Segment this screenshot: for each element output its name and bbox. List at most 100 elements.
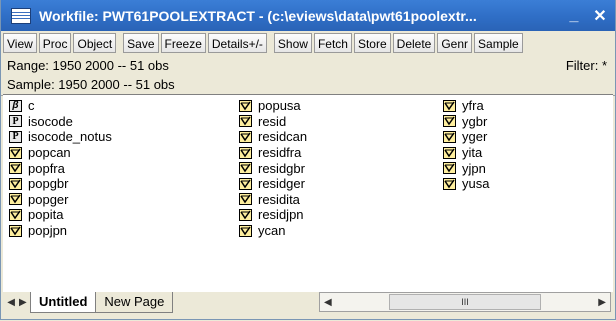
series-icon (9, 162, 22, 175)
object-item[interactable]: popger (9, 192, 112, 208)
object-item[interactable]: Pisocode_notus (9, 129, 112, 145)
object-column-2: popusa resid residcan residfra residgbr resid… (239, 98, 307, 238)
tab-right-arrow-icon[interactable]: ▶ (19, 297, 27, 308)
title-bar[interactable]: Workfile: PWT61POOLEXTRACT - (c:\eviews\… (1, 0, 615, 31)
tab-left-arrow-icon[interactable]: ◀ (7, 297, 15, 308)
page-tab-bar: ◀ ▶ Untitled New Page ◀ III ▶ (3, 292, 613, 316)
scroll-grip: III (461, 297, 469, 307)
series-icon (443, 162, 456, 175)
scroll-right-arrow-icon[interactable]: ▶ (598, 297, 606, 308)
sample-label[interactable]: Sample: 1950 2000 -- 51 obs (7, 77, 175, 92)
genr-button[interactable]: Genr (437, 33, 473, 53)
object-name: yfra (462, 98, 484, 114)
object-item[interactable]: popcan (9, 145, 112, 161)
object-item[interactable]: residita (239, 192, 307, 208)
object-name: yjpn (462, 160, 486, 176)
object-column-3: yfra ygbr yger yita yjpn yusa (443, 98, 489, 192)
object-item[interactable]: popgbr (9, 176, 112, 192)
object-name: popfra (28, 160, 65, 176)
object-name: yger (462, 129, 488, 145)
object-name: popger (28, 191, 69, 207)
object-item[interactable]: popjpn (9, 223, 112, 239)
object-name: resid (258, 113, 287, 129)
series-icon (443, 130, 456, 143)
object-item[interactable]: residger (239, 176, 307, 192)
series-icon (9, 224, 22, 237)
object-list: β c Pisocode Pisocode_notus popcan popfra popg… (3, 94, 613, 293)
tab-new-page[interactable]: New Page (95, 292, 174, 313)
object-item[interactable]: ycan (239, 223, 307, 239)
filter-label[interactable]: Filter: * (566, 58, 607, 73)
tab-nav-arrows[interactable]: ◀ ▶ (3, 292, 31, 312)
tab-untitled[interactable]: Untitled (30, 292, 97, 313)
series-icon (239, 208, 252, 221)
object-name: residgbr (258, 160, 305, 176)
object-item[interactable]: resid (239, 114, 307, 130)
object-name: ygbr (462, 113, 488, 129)
show-button[interactable]: Show (273, 33, 312, 53)
series-icon (239, 162, 252, 175)
proc-button[interactable]: Proc (38, 33, 72, 53)
object-name: popcan (28, 145, 71, 161)
save-button[interactable]: Save (123, 33, 159, 53)
object-item[interactable]: yjpn (443, 160, 489, 176)
close-button[interactable]: ✕ (589, 6, 611, 26)
object-item[interactable]: residcan (239, 129, 307, 145)
store-button[interactable]: Store (353, 33, 391, 53)
fetch-button[interactable]: Fetch (313, 33, 352, 53)
object-item[interactable]: yita (443, 145, 489, 161)
object-name: residcan (258, 129, 308, 145)
series-icon (9, 193, 22, 206)
object-item[interactable]: residjpn (239, 207, 307, 223)
object-item[interactable]: residfra (239, 145, 307, 161)
series-icon (9, 146, 22, 159)
series-icon (443, 177, 456, 190)
object-item[interactable]: yger (443, 129, 489, 145)
object-item[interactable]: yfra (443, 98, 489, 114)
range-label[interactable]: Range: 1950 2000 -- 51 obs (7, 58, 169, 73)
series-icon (239, 193, 252, 206)
scroll-left-arrow-icon[interactable]: ◀ (324, 297, 332, 308)
series-icon (443, 115, 456, 128)
toolbar: View Proc Object Save Freeze Details+/- … (1, 31, 615, 55)
object-item[interactable]: residgbr (239, 160, 307, 176)
object-name: residita (258, 191, 300, 207)
object-name: residjpn (258, 207, 304, 223)
object-item[interactable]: βc (9, 98, 112, 114)
object-name: ycan (258, 223, 286, 239)
object-name: yusa (462, 176, 490, 192)
series-icon (443, 146, 456, 159)
object-name: yita (462, 145, 483, 161)
object-item[interactable]: ygbr (443, 114, 489, 130)
scroll-thumb[interactable]: III (389, 294, 541, 310)
alpha-series-icon: P (9, 115, 22, 128)
freeze-button[interactable]: Freeze (160, 33, 206, 53)
object-name: popgbr (28, 176, 69, 192)
series-icon (239, 130, 252, 143)
workfile-icon (11, 7, 31, 24)
series-icon (9, 177, 22, 190)
series-icon (443, 99, 456, 112)
object-item[interactable]: popfra (9, 160, 112, 176)
alpha-series-icon: P (9, 130, 22, 143)
series-icon (239, 177, 252, 190)
object-item[interactable]: popita (9, 207, 112, 223)
sample-button[interactable]: Sample (474, 33, 523, 53)
details-button[interactable]: Details+/- (207, 33, 267, 53)
horizontal-scrollbar[interactable]: ◀ III ▶ (319, 292, 611, 312)
object-column-1: β c Pisocode Pisocode_notus popcan popfra popg… (9, 98, 112, 238)
object-item[interactable]: popusa (239, 98, 307, 114)
object-item[interactable]: Pisocode (9, 114, 112, 130)
workfile-window: Workfile: PWT61POOLEXTRACT - (c:\eviews\… (0, 0, 616, 320)
delete-button[interactable]: Delete (392, 33, 436, 53)
minimize-button[interactable]: _ (563, 7, 585, 25)
object-name: c (28, 98, 35, 114)
object-button[interactable]: Object (73, 33, 117, 53)
view-button[interactable]: View (3, 33, 37, 53)
object-item[interactable]: yusa (443, 176, 489, 192)
series-icon (239, 99, 252, 112)
object-name: residfra (258, 145, 302, 161)
object-name: popjpn (28, 223, 68, 239)
series-icon (239, 224, 252, 237)
series-icon (239, 146, 252, 159)
